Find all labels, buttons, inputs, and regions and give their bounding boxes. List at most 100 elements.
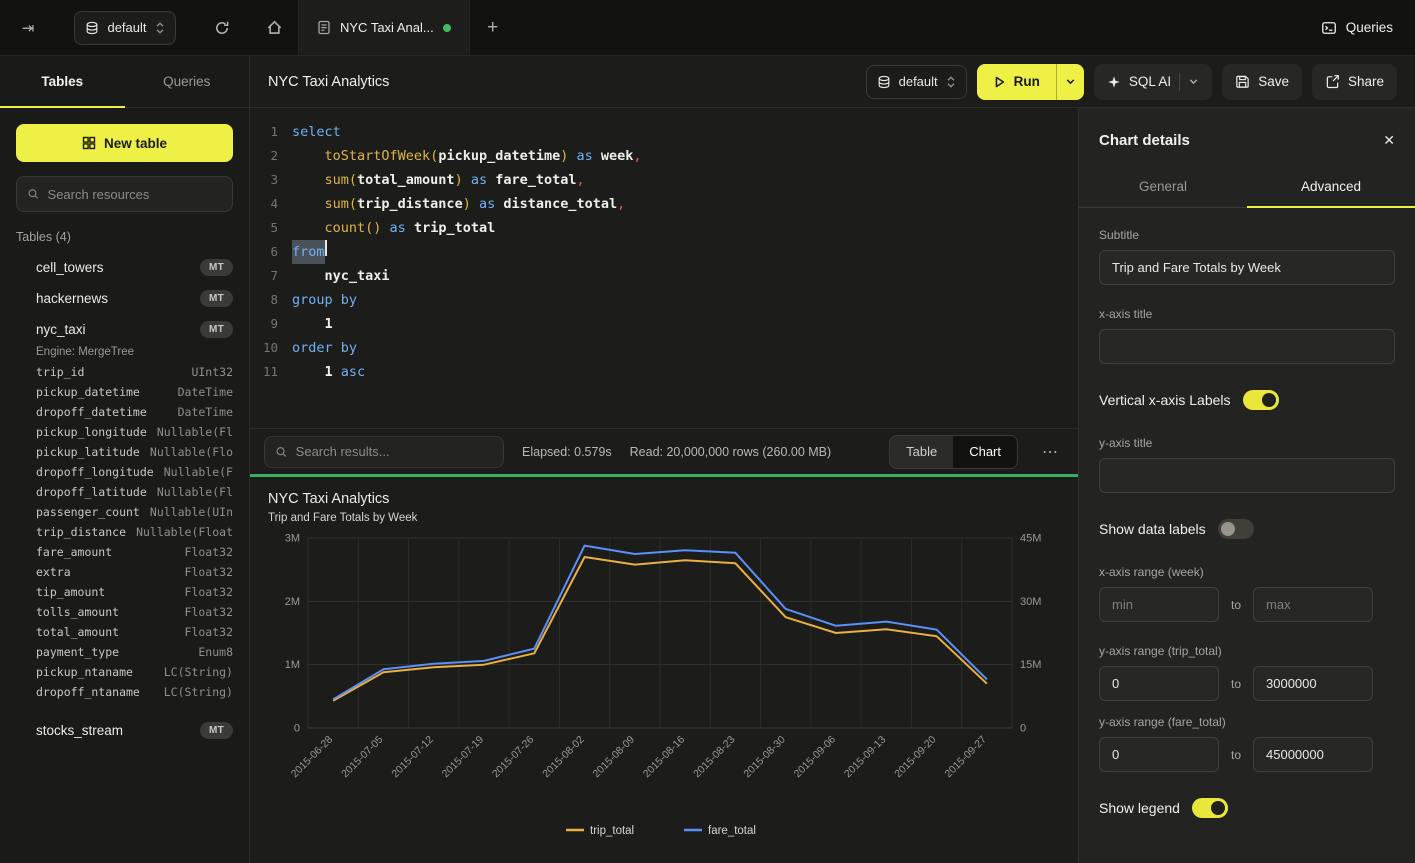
refresh-button[interactable]	[208, 14, 236, 42]
column-type: Float32	[185, 605, 233, 619]
new-tab-button[interactable]: +	[470, 0, 516, 55]
column-name: pickup_datetime	[36, 385, 140, 399]
code-token	[292, 264, 325, 288]
sidebar-tab-queries[interactable]: Queries	[125, 56, 250, 107]
run-database-value: default	[899, 74, 938, 89]
vertical-x-labels-toggle[interactable]	[1243, 390, 1279, 410]
x-range-max-input[interactable]	[1253, 587, 1373, 622]
topbar-right: Queries	[1299, 0, 1415, 55]
query-tab[interactable]: NYC Taxi Anal...	[298, 0, 470, 55]
run-database-selector[interactable]: default	[866, 65, 967, 99]
show-data-labels-toggle[interactable]	[1218, 519, 1254, 539]
chart-details-panel: Chart details ✕ General Advanced Subtitl…	[1078, 108, 1415, 863]
resource-search-input[interactable]	[48, 187, 222, 202]
line-number: 9	[250, 312, 278, 336]
run-options-button[interactable]	[1057, 64, 1084, 100]
results-search-input[interactable]	[296, 444, 493, 459]
sql-ai-button[interactable]: SQL AI	[1094, 64, 1212, 100]
unsaved-indicator-dot	[443, 24, 451, 32]
table-row[interactable]: cell_towersMT	[16, 252, 233, 283]
column-type: DateTime	[178, 405, 233, 419]
column-name: dropoff_longitude	[36, 465, 154, 479]
panel-body: Subtitle x-axis title Vertical x-axis La…	[1079, 208, 1415, 838]
table-row[interactable]: hackernewsMT	[16, 283, 233, 314]
column-name: dropoff_latitude	[36, 485, 147, 499]
svg-text:2015-08-30: 2015-08-30	[741, 734, 788, 781]
to-label: to	[1231, 677, 1241, 691]
column-name: pickup_ntaname	[36, 665, 133, 679]
save-button[interactable]: Save	[1222, 64, 1302, 100]
column-type: LC(String)	[164, 685, 233, 699]
table-row[interactable]: stocks_streamMT	[16, 715, 233, 746]
query-title: NYC Taxi Analytics	[268, 74, 389, 90]
svg-text:45M: 45M	[1020, 533, 1041, 545]
y-range-trip-min-input[interactable]	[1099, 666, 1219, 701]
sparkle-icon	[1107, 75, 1121, 89]
svg-text:2015-09-27: 2015-09-27	[943, 734, 990, 781]
svg-text:30M: 30M	[1020, 596, 1041, 608]
chevron-down-icon[interactable]	[1188, 76, 1199, 87]
code-token	[292, 360, 325, 384]
table-row[interactable]: nyc_taxiMT	[16, 314, 233, 345]
results-overflow-button[interactable]: ⋯	[1036, 438, 1064, 466]
sidebar-tabs: Tables Queries	[0, 56, 249, 108]
y-range-trip-max-input[interactable]	[1253, 666, 1373, 701]
show-legend-label: Show legend	[1099, 800, 1180, 816]
play-icon	[993, 75, 1006, 89]
sql-editor[interactable]: 1select2 toStartOfWeek(pickup_datetime) …	[250, 108, 1078, 428]
engine-label: Engine: MergeTree	[16, 346, 233, 358]
collapse-sidebar-button[interactable]: ⇥	[14, 14, 42, 42]
x-axis-title-input[interactable]	[1099, 329, 1395, 364]
home-tab-button[interactable]	[250, 0, 298, 55]
column-row: tolls_amountFloat32	[36, 605, 233, 625]
database-selector[interactable]: default	[74, 11, 175, 45]
code-token	[292, 144, 325, 168]
share-button[interactable]: Share	[1312, 64, 1397, 100]
close-icon[interactable]: ✕	[1383, 132, 1395, 149]
y-range-fare-max-input[interactable]	[1253, 737, 1373, 772]
panel-tab-advanced[interactable]: Advanced	[1247, 165, 1415, 207]
code-token: group by	[292, 288, 357, 312]
column-name: payment_type	[36, 645, 119, 659]
y-axis-title-input[interactable]	[1099, 458, 1395, 493]
svg-text:2015-09-13: 2015-09-13	[842, 734, 889, 781]
new-table-button[interactable]: New table	[16, 124, 233, 162]
code-token: total_amount	[357, 168, 455, 192]
code-token: week	[601, 144, 634, 168]
svg-text:2015-07-19: 2015-07-19	[440, 734, 487, 781]
svg-text:2015-07-05: 2015-07-05	[339, 734, 386, 781]
query-tab-title: NYC Taxi Anal...	[340, 20, 434, 35]
panel-tab-general[interactable]: General	[1079, 165, 1247, 207]
queries-button[interactable]: Queries	[1321, 20, 1393, 36]
run-button[interactable]: Run	[977, 64, 1056, 100]
column-row: pickup_ntaname LC(String)	[36, 665, 233, 685]
results-chart: 001M15M2M30M3M45M2015-06-282015-07-05201…	[268, 528, 1064, 842]
column-type: LC(String)	[164, 665, 233, 679]
view-tab-table[interactable]: Table	[890, 436, 953, 468]
svg-text:2015-09-20: 2015-09-20	[892, 734, 939, 781]
chevron-updown-icon	[946, 75, 956, 89]
to-label: to	[1231, 748, 1241, 762]
view-switcher: Table Chart	[889, 435, 1018, 469]
view-tab-chart[interactable]: Chart	[953, 436, 1017, 468]
tables-list: cell_towersMThackernewsMTnyc_taxiMTEngin…	[16, 252, 233, 746]
database-icon	[877, 75, 891, 89]
subtitle-input[interactable]	[1099, 250, 1395, 285]
svg-text:trip_total: trip_total	[590, 825, 634, 837]
sidebar-tab-tables[interactable]: Tables	[0, 56, 125, 107]
table-name: stocks_stream	[36, 723, 123, 738]
code-token: distance_total	[503, 192, 617, 216]
y-range-fare-min-input[interactable]	[1099, 737, 1219, 772]
column-row: tip_amountFloat32	[36, 585, 233, 605]
column-name: total_amount	[36, 625, 119, 639]
svg-text:2015-07-26: 2015-07-26	[490, 734, 537, 781]
results-toolbar: Elapsed: 0.579s Read: 20,000,000 rows (2…	[250, 428, 1078, 474]
line-number: 5	[250, 216, 278, 240]
column-name: tip_amount	[36, 585, 105, 599]
x-range-min-input[interactable]	[1099, 587, 1219, 622]
text-cursor	[325, 240, 327, 256]
show-legend-toggle[interactable]	[1192, 798, 1228, 818]
svg-text:2015-08-23: 2015-08-23	[691, 734, 738, 781]
refresh-icon	[214, 20, 230, 36]
code-token	[292, 216, 325, 240]
